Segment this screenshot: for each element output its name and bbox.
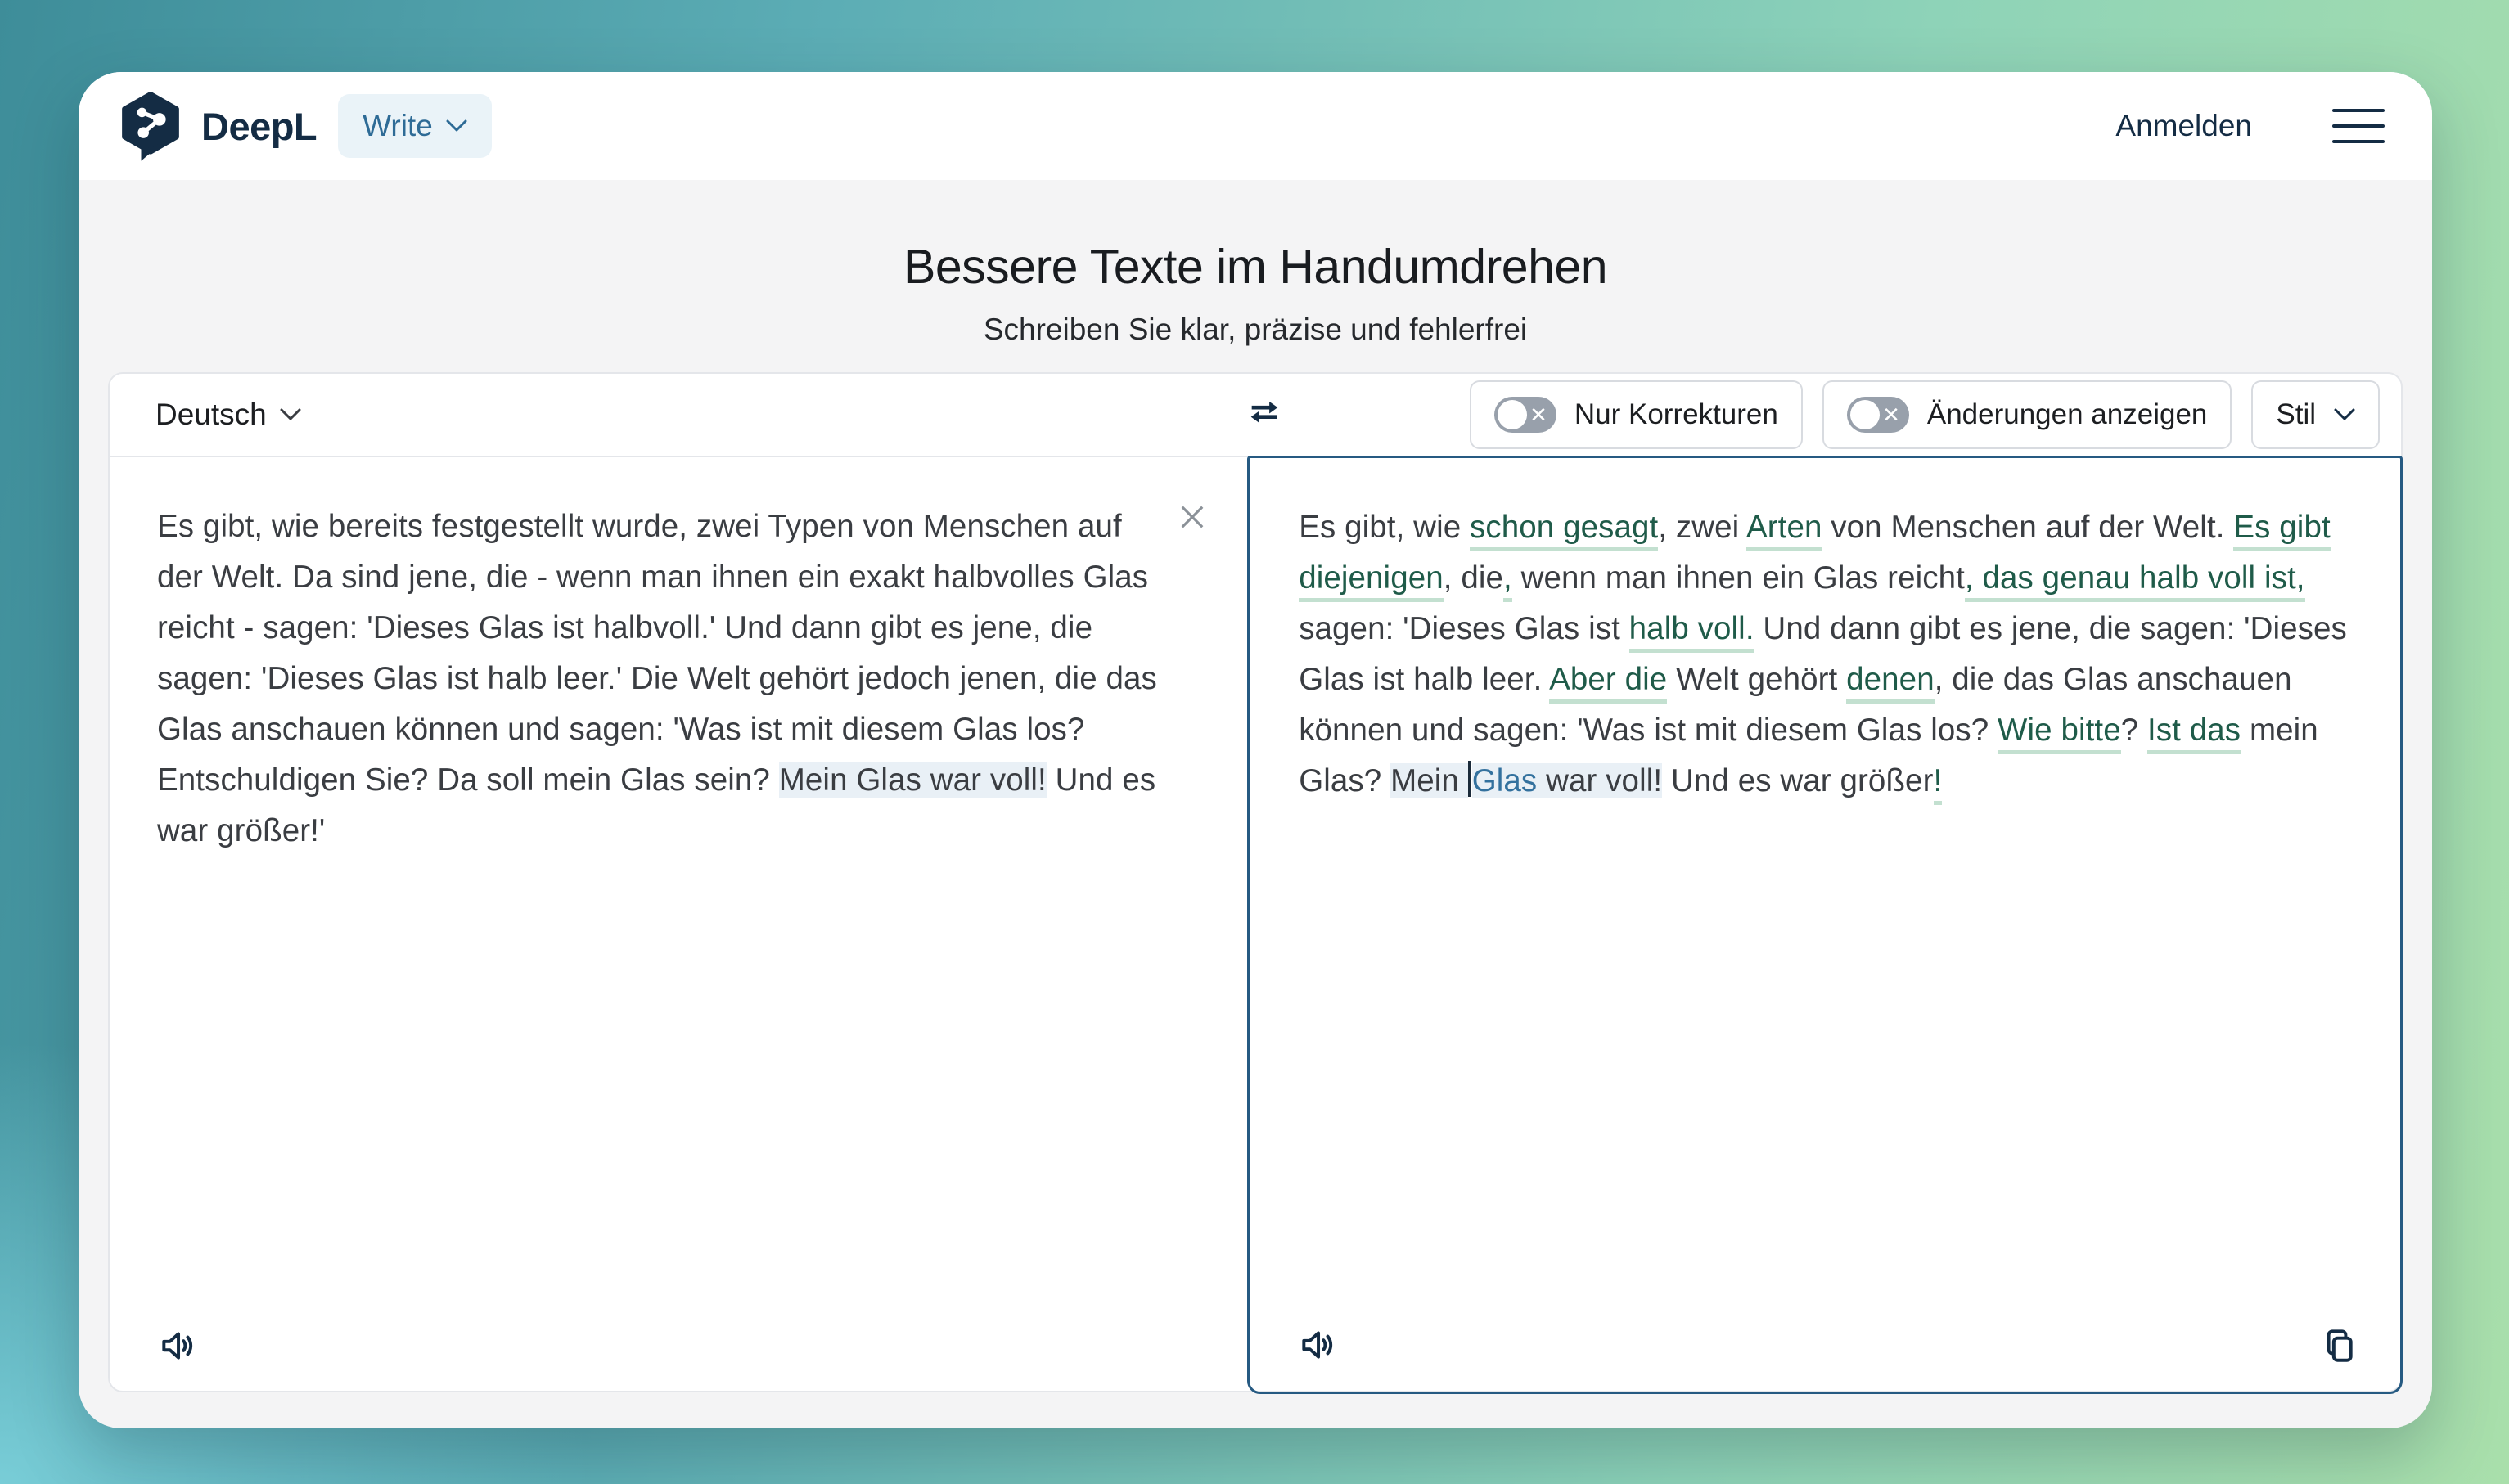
result-panel-footer-right	[2312, 1320, 2363, 1370]
close-icon	[1175, 500, 1209, 534]
header: DeepL Write Anmelden	[79, 72, 2432, 180]
language-selected-label: Deutsch	[155, 398, 267, 432]
language-selector[interactable]: Deutsch	[155, 398, 301, 432]
clear-text-button[interactable]	[1175, 500, 1209, 534]
result-textarea[interactable]: Es gibt, wie schon gesagt, zwei Arten vo…	[1250, 458, 2400, 807]
speaker-icon	[157, 1325, 198, 1366]
listen-source-button[interactable]	[152, 1320, 203, 1371]
style-label: Stil	[2276, 398, 2316, 431]
chevron-down-icon	[280, 408, 301, 421]
copy-result-button[interactable]	[2312, 1320, 2363, 1370]
swap-arrows-icon	[1245, 396, 1283, 434]
toggle-switch-off-icon[interactable]: ✕	[1494, 397, 1556, 433]
swap-texts-button[interactable]	[1245, 396, 1283, 434]
product-switcher-write[interactable]: Write	[338, 94, 492, 158]
toolbar-right: ✕ Nur Korrekturen ✕ Änderungen anzeigen …	[1470, 380, 2380, 449]
toggle-changes-label: Änderungen anzeigen	[1927, 398, 2208, 431]
brand-name: DeepL	[201, 104, 317, 149]
toggle-corrections-only[interactable]: ✕ Nur Korrekturen	[1470, 380, 1803, 449]
product-switcher-label: Write	[363, 109, 433, 143]
header-right: Anmelden	[2115, 104, 2390, 148]
chevron-down-icon	[2334, 408, 2355, 421]
page-subtitle: Schreiben Sie klar, präzise und fehlerfr…	[79, 313, 2432, 347]
app-card: DeepL Write Anmelden Bessere Texte im Ha…	[79, 72, 2432, 1428]
result-text-panel[interactable]: Es gibt, wie schon gesagt, zwei Arten vo…	[1247, 456, 2403, 1394]
listen-result-button[interactable]	[1292, 1320, 1343, 1370]
page-title: Bessere Texte im Handumdrehen	[79, 239, 2432, 295]
chevron-down-icon	[446, 119, 467, 133]
toggle-switch-off-icon[interactable]: ✕	[1847, 397, 1909, 433]
toggle-show-changes[interactable]: ✕ Änderungen anzeigen	[1822, 380, 2232, 449]
editor-panels: Es gibt, wie bereits festgestellt wurde,…	[110, 457, 2401, 1392]
copy-icon	[2317, 1324, 2358, 1365]
source-panel-footer	[152, 1320, 203, 1371]
editor-container: Deutsch ✕ Nur Korrekturen ✕	[108, 372, 2403, 1392]
brand[interactable]: DeepL	[115, 90, 317, 162]
source-text-panel[interactable]: Es gibt, wie bereits festgestellt wurde,…	[110, 457, 1247, 1392]
deepl-logo-icon	[115, 90, 187, 162]
hero: Bessere Texte im Handumdrehen Schreiben …	[79, 180, 2432, 347]
style-selector[interactable]: Stil	[2251, 380, 2380, 449]
speaker-icon	[1297, 1324, 1338, 1365]
signin-button[interactable]: Anmelden	[2115, 109, 2252, 143]
editor-toolbar: Deutsch ✕ Nur Korrekturen ✕	[110, 374, 2401, 457]
menu-icon[interactable]	[2327, 104, 2390, 148]
source-textarea[interactable]: Es gibt, wie bereits festgestellt wurde,…	[110, 457, 1247, 857]
toggle-corrections-label: Nur Korrekturen	[1574, 398, 1778, 431]
result-panel-footer	[1292, 1320, 1343, 1370]
